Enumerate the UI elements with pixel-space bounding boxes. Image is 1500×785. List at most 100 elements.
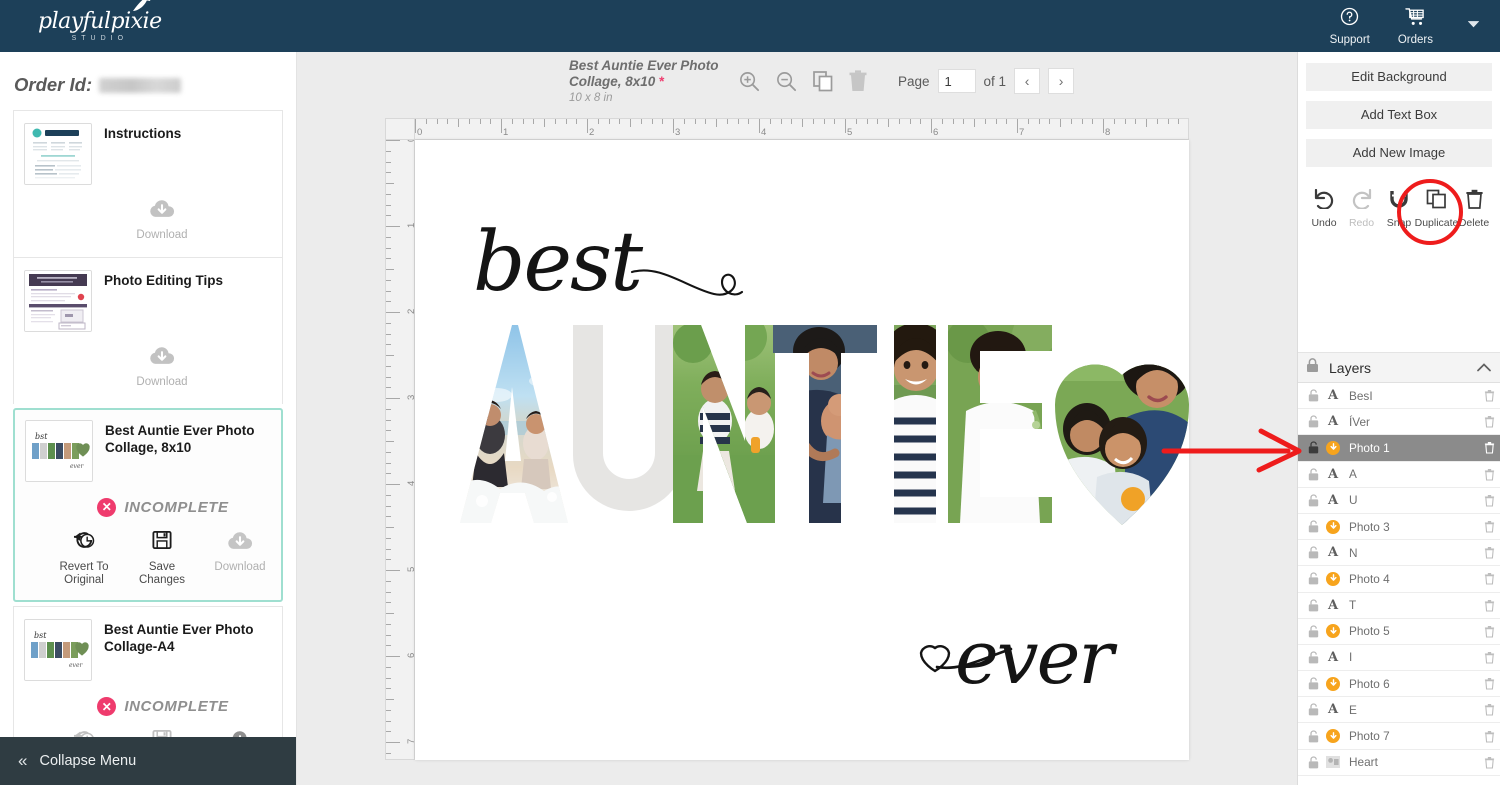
revert-to-original-button[interactable]: Revert ToOriginal <box>56 529 112 589</box>
trash-icon[interactable] <box>1477 730 1500 743</box>
double-chevron-left-icon: « <box>18 751 28 770</box>
next-page-button[interactable]: › <box>1048 68 1075 94</box>
prev-page-button[interactable]: ‹ <box>1014 68 1041 94</box>
layer-name: T <box>1349 598 1357 613</box>
lock-icon[interactable] <box>1304 703 1322 716</box>
trash-icon[interactable] <box>1477 703 1500 716</box>
letter-tile-E[interactable] <box>948 325 1058 523</box>
layer-row[interactable]: AU <box>1298 488 1500 514</box>
lock-icon[interactable] <box>1304 546 1322 559</box>
trash-icon[interactable] <box>1477 677 1500 690</box>
page-number-input[interactable] <box>937 69 976 93</box>
trash-icon[interactable] <box>1477 651 1500 664</box>
redo-button[interactable]: Redo <box>1344 188 1380 229</box>
lock-icon[interactable] <box>1304 677 1322 690</box>
zoom-out-button[interactable] <box>775 70 798 93</box>
trash-icon[interactable] <box>1477 546 1500 559</box>
lock-icon[interactable] <box>1304 572 1322 585</box>
add-text-box-button[interactable]: Add Text Box <box>1306 101 1492 129</box>
layer-row[interactable]: AA <box>1298 462 1500 488</box>
trash-icon[interactable] <box>1477 572 1500 585</box>
lock-icon[interactable] <box>1304 468 1322 481</box>
list-item-instructions[interactable]: Instructions Download <box>13 110 283 257</box>
text-layer-ever[interactable]: ever <box>955 615 1114 701</box>
layer-row[interactable]: AE <box>1298 697 1500 724</box>
layer-row[interactable]: A BesI <box>1298 383 1500 410</box>
trash-icon[interactable] <box>1477 441 1500 455</box>
duplicate-button[interactable] <box>812 70 834 92</box>
letter-tile-N[interactable] <box>673 325 781 523</box>
layer-row[interactable]: Photo 7 <box>1298 723 1500 750</box>
lock-icon[interactable] <box>1304 729 1322 743</box>
text-layer-icon: A <box>1327 702 1339 718</box>
layer-row[interactable]: AI <box>1298 645 1500 672</box>
collapse-menu-button[interactable]: « Collapse Menu <box>0 737 296 785</box>
edit-background-button[interactable]: Edit Background <box>1306 63 1492 91</box>
trash-icon[interactable] <box>1477 520 1500 533</box>
design-page[interactable]: best ever <box>415 140 1189 760</box>
delete-button[interactable]: Delete <box>1456 189 1492 229</box>
layer-row[interactable]: Photo 4 <box>1298 566 1500 593</box>
layer-row[interactable]: Photo 6 <box>1298 671 1500 698</box>
lock-icon[interactable] <box>1304 599 1322 612</box>
trash-icon[interactable] <box>1477 756 1500 769</box>
undo-button[interactable]: Undo <box>1306 188 1342 229</box>
lock-icon[interactable] <box>1306 357 1319 378</box>
lock-icon[interactable] <box>1304 651 1322 664</box>
heart-tile[interactable] <box>1053 325 1189 525</box>
lock-icon[interactable] <box>1304 494 1322 507</box>
layer-row[interactable]: A ÍVer <box>1298 409 1500 436</box>
tips-actions: Download <box>52 344 272 390</box>
lock-icon[interactable] <box>1304 389 1322 402</box>
layer-name: Photo 4 <box>1349 571 1390 586</box>
list-item-photo-editing-tips[interactable]: Photo Editing Tips Download <box>13 256 283 404</box>
lock-icon[interactable] <box>1304 756 1322 769</box>
letter-tile-I[interactable] <box>872 325 958 523</box>
brand-logo[interactable]: playfulpixie STUDIO <box>38 0 162 42</box>
duplicate-button[interactable]: Duplicate <box>1415 189 1458 229</box>
delete-button[interactable] <box>848 70 868 92</box>
lock-icon[interactable] <box>1304 520 1322 533</box>
trash-icon[interactable] <box>1477 599 1500 612</box>
layer-row[interactable]: Photo 5 <box>1298 619 1500 645</box>
ruler-tick <box>533 119 535 124</box>
page-label: Page <box>898 73 930 89</box>
letter-tile-T[interactable] <box>773 325 877 523</box>
letter-tile-A[interactable] <box>460 325 568 523</box>
support-button[interactable]: Support <box>1330 7 1370 46</box>
left-sidebar: Order Id: Instructions Download Photo Ed… <box>0 52 297 785</box>
layers-header[interactable]: Layers <box>1298 353 1500 383</box>
layer-row[interactable]: Photo 3 <box>1298 514 1500 541</box>
trash-icon[interactable] <box>1477 389 1500 402</box>
lock-icon[interactable] <box>1304 415 1322 428</box>
layers-list[interactable]: A BesI A ÍVer Photo 1 A A A U Photo 3 A N Photo 4ATP… <box>1298 383 1500 785</box>
zoom-in-button[interactable] <box>738 70 761 93</box>
save-changes-button[interactable]: SaveChanges <box>134 529 190 589</box>
ruler-tick <box>1146 119 1147 127</box>
text-layer-best[interactable]: best <box>473 215 643 310</box>
trash-icon[interactable] <box>1477 494 1500 507</box>
canvas-area: Best Auntie Ever Photo Collage, 8x10 * 1… <box>297 52 1297 785</box>
layer-row[interactable]: AT <box>1298 593 1500 619</box>
orders-button[interactable]: Orders <box>1398 7 1433 46</box>
lock-icon[interactable] <box>1304 625 1322 638</box>
download-button[interactable]: Download <box>134 197 190 243</box>
trash-icon[interactable] <box>1477 415 1500 428</box>
account-dropdown-button[interactable] <box>1461 10 1486 42</box>
ruler-label: 0 <box>417 127 423 138</box>
snap-button[interactable]: Snap <box>1381 189 1417 229</box>
layer-name: BesI <box>1349 388 1373 403</box>
letter-tile-U-empty[interactable] <box>573 325 685 523</box>
lock-icon[interactable] <box>1304 441 1322 454</box>
trash-icon[interactable] <box>1477 625 1500 638</box>
list-item-collage-8x10[interactable]: bst ever Best Auntie Ever Photo Collage,… <box>13 407 283 603</box>
add-new-image-button[interactable]: Add New Image <box>1306 139 1492 167</box>
layer-row[interactable]: Heart <box>1298 750 1500 776</box>
chevron-up-icon[interactable] <box>1477 361 1491 375</box>
layer-row[interactable]: AN <box>1298 540 1500 567</box>
download-button[interactable]: Download <box>212 529 268 589</box>
trash-icon[interactable] <box>1477 468 1500 481</box>
download-button[interactable]: Download <box>134 344 190 390</box>
layer-row[interactable]: Photo 1 <box>1298 435 1500 462</box>
download-label: Download <box>214 560 266 573</box>
